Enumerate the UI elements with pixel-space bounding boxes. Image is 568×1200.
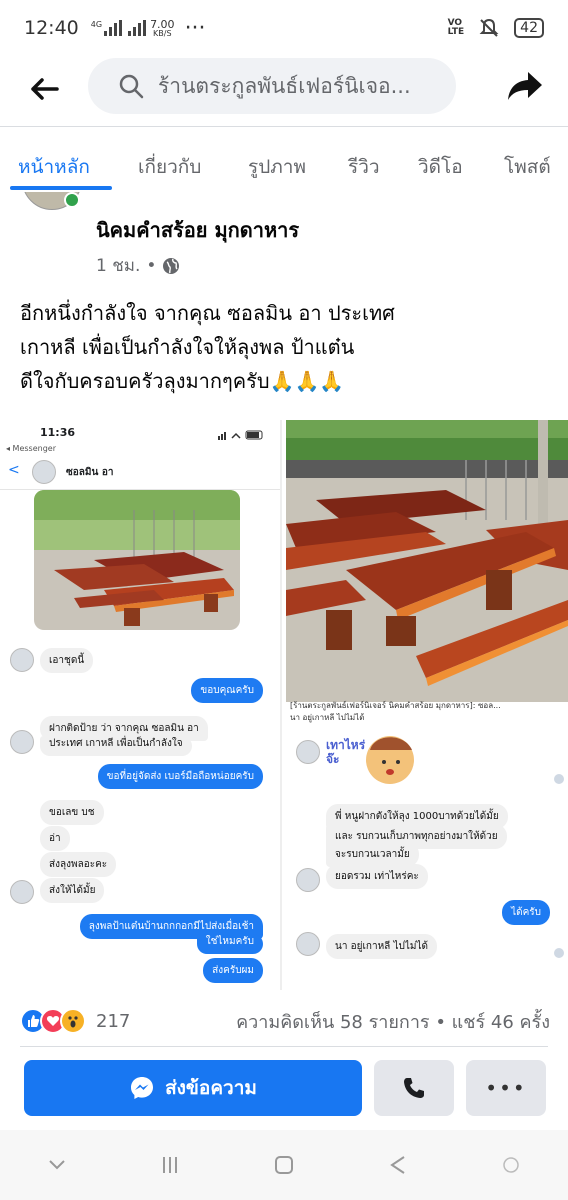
read-receipt-icon [554, 774, 564, 784]
signal-icon-2 [128, 20, 147, 36]
actions-divider [20, 1046, 548, 1047]
search-bar[interactable]: ร้านตระกูลพันธ์เฟอร์นิเจอ... [88, 58, 456, 114]
volte-bottom: LTE [447, 27, 465, 37]
more-options-button[interactable]: ••• [466, 1060, 546, 1116]
reply-quote: [ร้านตระกูลพันธ์เฟอร์นิเจอร์ นิคมคำสร้อย… [290, 700, 501, 724]
share-arrow-icon [508, 72, 542, 100]
screenshot-contact-name: ซอลมิน อา [66, 467, 114, 478]
tab-about[interactable]: เกี่ยวกับ [138, 152, 201, 182]
furniture-photo-large [286, 420, 568, 702]
left-chat-bubble: ส่งให้ได้มั้ย [40, 878, 105, 903]
left-chat-bubble: ขอเลข บช [40, 800, 104, 825]
nav-home-icon[interactable] [254, 1145, 314, 1185]
left-chat-bubble: ขอบคุณครับ [191, 678, 263, 703]
speed-unit: KB/S [153, 28, 172, 38]
screenshot-app-label: ◂ Messenger [6, 444, 56, 453]
left-chat-bubble: เอาชุดนี้ [40, 648, 94, 673]
tab-reviews[interactable]: รีวิว [348, 152, 380, 182]
online-status-dot [64, 192, 80, 208]
left-chat-bubble: อ่า [40, 826, 70, 851]
contact-avatar-1 [296, 740, 320, 764]
praying-hands-emoji: 🙏🙏🙏 [269, 369, 345, 393]
contact-avatar-2 [296, 868, 320, 892]
tab-videos[interactable]: วิดีโอ [418, 152, 463, 182]
right-chat-bubble: นา อยู่เกาหลี ไปไม่ได้ [326, 934, 438, 959]
post-time[interactable]: 1 ชม. [96, 252, 140, 279]
right-chat-bubble: ยอดรวม เท่าไหร่คะ [326, 864, 428, 889]
left-chat-bubble: ประเทศ เกาหลี เพื่อเป็นกำลังใจ [40, 736, 192, 756]
globe-icon [163, 257, 180, 274]
speed-value: 7.00 [150, 17, 175, 31]
reactions-row: 217 ความคิดเห็น 58 รายการ • แชร์ 46 ครั้… [20, 1004, 550, 1038]
search-query: ร้านตระกูลพันธ์เฟอร์นิเจอ... [158, 73, 411, 98]
share-button[interactable] [500, 61, 550, 111]
active-tab-indicator [10, 186, 112, 190]
sticker-text: เทาไหร่จ๊ะ [326, 738, 366, 766]
mute-icon [479, 18, 499, 37]
reply-quote-line-2: นา อยู่เกาหลี ไปไม่ได้ [290, 713, 365, 722]
tab-photos[interactable]: รูปภาพ [248, 152, 306, 182]
send-message-button[interactable]: ส่งข้อความ [24, 1060, 362, 1116]
send-message-label: ส่งข้อความ [165, 1077, 257, 1099]
arrow-left-icon [31, 78, 59, 100]
post-text-line-1: อีกหนึ่งกำลังใจ จากคุณ ซอลมิน อา ประเทศ [20, 301, 395, 325]
reaction-icons[interactable] [20, 1008, 86, 1034]
post-meta: 1 ชม. • [96, 252, 180, 279]
call-button[interactable] [374, 1060, 454, 1116]
left-chat-bubble: ส่งลุงพลอะคะ [40, 852, 117, 877]
reaction-count[interactable]: 217 [96, 1011, 130, 1032]
signal-icon [104, 20, 123, 36]
left-chat-avatar [10, 730, 34, 754]
network-speed: 7.00 KB/S [150, 19, 175, 38]
volte-indicator: VO LTE [448, 19, 465, 37]
search-icon [119, 74, 144, 99]
network-type: 4G [90, 20, 103, 29]
nav-accessibility-icon[interactable] [481, 1145, 541, 1185]
left-chat-bubble: ส่งครับผม [203, 958, 263, 983]
post-image-left[interactable]: 11:36 ◂ Messenger < ซอลมิน อา [0, 420, 282, 990]
top-bar: ร้านตระกูลพันธ์เฟอร์นิเจอ... [0, 56, 568, 122]
post-text-line-3: ดีใจกับครอบครัวลุงมากๆครับ🙏🙏🙏 [20, 364, 550, 398]
right-chat-bubble: ได้ครับ [502, 900, 550, 925]
post-text-line-2: เกาหลี เพื่อเป็นกำลังใจให้ลุงพล ป้าแต๋น [20, 335, 355, 359]
furniture-photo-small [34, 490, 240, 630]
header-divider [0, 126, 568, 127]
status-time: 12:40 [24, 17, 79, 39]
tab-posts[interactable]: โพสต์ [504, 152, 551, 182]
nav-back-icon[interactable] [368, 1145, 428, 1185]
left-chat-avatar [10, 880, 34, 904]
sticker-image: เทาไหร่จ๊ะ [326, 728, 416, 790]
battery-icon: 42 [514, 18, 544, 38]
post-text: อีกหนึ่งกำลังใจ จากคุณ ซอลมิน อา ประเทศ … [20, 296, 550, 398]
meta-separator: • [146, 255, 157, 276]
contact-avatar-3 [296, 932, 320, 956]
reply-quote-line-1: [ร้านตระกูลพันธ์เฟอร์นิเจอร์ นิคมคำสร้อย… [290, 701, 501, 710]
screenshot-back-icon: < [8, 462, 20, 478]
back-button[interactable] [20, 64, 70, 114]
page-name[interactable]: นิคมคำสร้อย มุกดาหาร [96, 214, 299, 246]
messenger-icon [131, 1077, 154, 1099]
comments-shares-summary[interactable]: ความคิดเห็น 58 รายการ • แชร์ 46 ครั้ง [236, 1007, 550, 1036]
screenshot-contact-avatar [32, 460, 56, 484]
wow-reaction-icon [60, 1008, 86, 1034]
network-indicator: 4G [90, 20, 147, 36]
screenshot-time: 11:36 [40, 426, 76, 439]
nav-down-icon[interactable] [27, 1145, 87, 1185]
left-chat-bubble: ใช่ไหมครับ [196, 934, 263, 954]
left-chat-avatar [10, 648, 34, 672]
notification-dots: ··· [184, 15, 206, 41]
post-text-line-3-text: ดีใจกับครอบครัวลุงมากๆครับ [20, 369, 270, 393]
screenshot-chat-header: < ซอลมิน อา [0, 454, 280, 490]
post-header: นิคมคำสร้อย มุกดาหาร 1 ชม. • [0, 192, 568, 282]
phone-icon [404, 1078, 424, 1098]
nav-recents-icon[interactable] [140, 1145, 200, 1185]
left-chat-bubble: ขอที่อยู่จัดส่ง เบอร์มือถือหน่อยครับ [97, 764, 263, 789]
screenshot-status-icons [218, 430, 263, 440]
read-receipt-icon-2 [554, 948, 564, 958]
status-bar: 12:40 4G 7.00 KB/S ··· VO LTE 42 [0, 0, 568, 56]
system-nav-bar [0, 1130, 568, 1200]
tab-home[interactable]: หน้าหลัก [18, 152, 90, 182]
